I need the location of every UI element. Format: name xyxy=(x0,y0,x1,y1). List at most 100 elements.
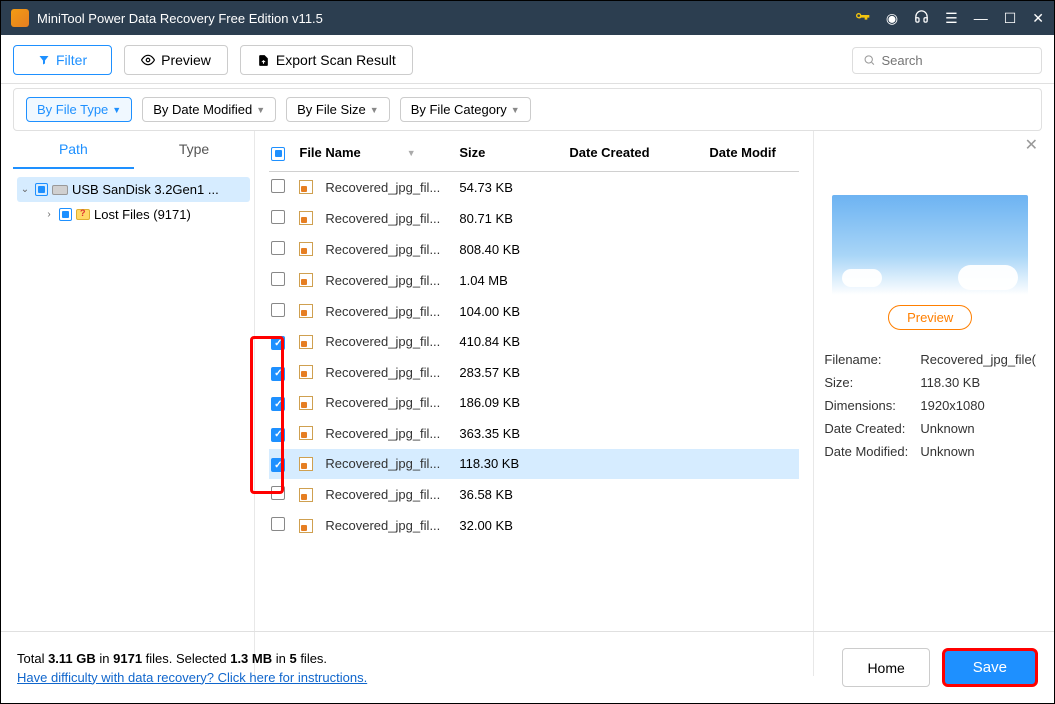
key-icon[interactable] xyxy=(854,9,870,28)
file-name: Recovered_jpg_fil... xyxy=(325,487,455,502)
close-icon[interactable]: ✕ xyxy=(1032,10,1044,27)
col-created-header[interactable]: Date Created xyxy=(569,145,709,160)
file-row[interactable]: Recovered_jpg_fil... 363.35 KB xyxy=(269,418,799,449)
file-checkbox[interactable] xyxy=(271,210,285,224)
search-box[interactable] xyxy=(852,47,1042,74)
file-size: 54.73 KB xyxy=(459,180,569,195)
file-icon xyxy=(299,457,313,471)
tree-drive-node[interactable]: ⌄ USB SanDisk 3.2Gen1 ... xyxy=(17,177,250,202)
meta-created-label: Date Created: xyxy=(824,421,920,436)
tree-checkbox[interactable] xyxy=(35,183,48,196)
file-size: 32.00 KB xyxy=(459,518,569,533)
file-row[interactable]: Recovered_jpg_fil... 32.00 KB xyxy=(269,510,799,541)
file-checkbox[interactable] xyxy=(271,517,285,531)
meta-filename-value: Recovered_jpg_file( xyxy=(920,352,1036,367)
chevron-down-icon[interactable]: ⌄ xyxy=(19,184,31,195)
sidebar: Path Type ⌄ USB SanDisk 3.2Gen1 ... › Lo… xyxy=(13,131,255,676)
file-size: 410.84 KB xyxy=(459,334,569,349)
file-row[interactable]: Recovered_jpg_fil...283.57 KB xyxy=(269,357,799,388)
file-checkbox[interactable] xyxy=(271,303,285,317)
file-name: Recovered_jpg_fil... xyxy=(325,273,455,288)
filter-bar: By File Type▼ By Date Modified▼ By File … xyxy=(13,88,1042,131)
filter-date-modified[interactable]: By Date Modified▼ xyxy=(142,97,276,122)
file-icon xyxy=(299,396,313,410)
eye-icon xyxy=(141,53,155,67)
funnel-icon xyxy=(38,54,50,66)
file-checkbox[interactable] xyxy=(271,486,285,500)
file-size: 118.30 KB xyxy=(459,456,569,471)
help-link[interactable]: Have difficulty with data recovery? Clic… xyxy=(17,670,367,685)
file-icon xyxy=(299,488,313,502)
file-checkbox[interactable] xyxy=(271,428,285,442)
file-row[interactable]: Recovered_jpg_fil... 36.58 KB xyxy=(269,479,799,510)
titlebar: MiniTool Power Data Recovery Free Editio… xyxy=(1,1,1054,35)
toolbar: Filter Preview Export Scan Result xyxy=(1,35,1054,84)
file-row[interactable]: Recovered_jpg_fil...186.09 KB xyxy=(269,388,799,419)
home-button[interactable]: Home xyxy=(842,648,929,687)
file-name: Recovered_jpg_fil... xyxy=(325,456,455,471)
meta-size-value: 118.30 KB xyxy=(920,375,980,390)
file-checkbox[interactable] xyxy=(271,397,285,411)
filter-button[interactable]: Filter xyxy=(13,45,112,75)
drive-icon xyxy=(52,185,68,195)
file-checkbox[interactable] xyxy=(271,179,285,193)
file-row[interactable]: Recovered_jpg_fil...808.40 KB xyxy=(269,234,799,265)
meta-dim-label: Dimensions: xyxy=(824,398,920,413)
filter-file-category[interactable]: By File Category▼ xyxy=(400,97,531,122)
tree-drive-label: USB SanDisk 3.2Gen1 ... xyxy=(72,182,219,197)
preview-button[interactable]: Preview xyxy=(124,45,228,75)
filter-file-size[interactable]: By File Size▼ xyxy=(286,97,390,122)
search-input[interactable] xyxy=(881,53,1031,68)
col-modified-header[interactable]: Date Modif xyxy=(709,145,799,160)
file-name: Recovered_jpg_fil... xyxy=(325,211,455,226)
meta-created-value: Unknown xyxy=(920,421,974,436)
file-row[interactable]: Recovered_jpg_fil...54.73 KB xyxy=(269,172,799,203)
headphones-icon[interactable] xyxy=(914,9,929,27)
file-checkbox[interactable] xyxy=(271,272,285,286)
chevron-right-icon[interactable]: › xyxy=(43,209,55,220)
file-icon xyxy=(299,211,313,225)
file-row[interactable]: Recovered_jpg_fil... 118.30 KB xyxy=(269,449,799,480)
save-button[interactable]: Save xyxy=(942,648,1038,687)
disc-icon[interactable]: ◉ xyxy=(886,10,898,27)
file-size: 36.58 KB xyxy=(459,487,569,502)
tree-lost-files-node[interactable]: › Lost Files (9171) xyxy=(41,202,250,227)
file-name: Recovered_jpg_fil... xyxy=(325,304,455,319)
export-button[interactable]: Export Scan Result xyxy=(240,45,413,75)
maximize-icon[interactable]: ☐ xyxy=(1004,10,1017,27)
file-size: 808.40 KB xyxy=(459,242,569,257)
file-checkbox[interactable] xyxy=(271,458,285,472)
file-row[interactable]: Recovered_jpg_fil...1.04 MB xyxy=(269,265,799,296)
minimize-icon[interactable]: — xyxy=(974,10,988,26)
file-checkbox[interactable] xyxy=(271,241,285,255)
file-checkbox[interactable] xyxy=(271,367,285,381)
file-icon xyxy=(299,273,313,287)
file-checkbox[interactable] xyxy=(271,336,285,350)
file-size: 363.35 KB xyxy=(459,426,569,441)
search-icon xyxy=(863,53,875,67)
col-name-header[interactable]: File Name▼ xyxy=(299,145,459,160)
sidebar-tabs: Path Type xyxy=(13,131,254,169)
tab-path[interactable]: Path xyxy=(13,131,134,169)
tree-lost-files-label: Lost Files (9171) xyxy=(94,207,191,222)
file-row[interactable]: Recovered_jpg_fil... 410.84 KB xyxy=(269,327,799,358)
tab-type[interactable]: Type xyxy=(134,131,255,169)
file-size: 186.09 KB xyxy=(459,395,569,410)
file-name: Recovered_jpg_fil... xyxy=(325,518,455,533)
preview-open-button[interactable]: Preview xyxy=(888,305,972,330)
file-name: Recovered_jpg_fil... xyxy=(325,426,455,441)
file-icon xyxy=(299,180,313,194)
file-name: Recovered_jpg_fil... xyxy=(325,334,455,349)
meta-size-label: Size: xyxy=(824,375,920,390)
file-icon xyxy=(299,304,313,318)
file-row[interactable]: Recovered_jpg_fil...80.71 KB xyxy=(269,203,799,234)
menu-icon[interactable]: ☰ xyxy=(945,10,958,27)
file-icon xyxy=(299,519,313,533)
col-size-header[interactable]: Size xyxy=(459,145,569,160)
file-name: Recovered_jpg_fil... xyxy=(325,365,455,380)
close-preview-icon[interactable]: ✕ xyxy=(1025,135,1038,155)
filter-file-type[interactable]: By File Type▼ xyxy=(26,97,132,122)
select-all-checkbox[interactable] xyxy=(271,147,285,161)
file-row[interactable]: Recovered_jpg_fil...104.00 KB xyxy=(269,296,799,327)
tree-checkbox[interactable] xyxy=(59,208,72,221)
